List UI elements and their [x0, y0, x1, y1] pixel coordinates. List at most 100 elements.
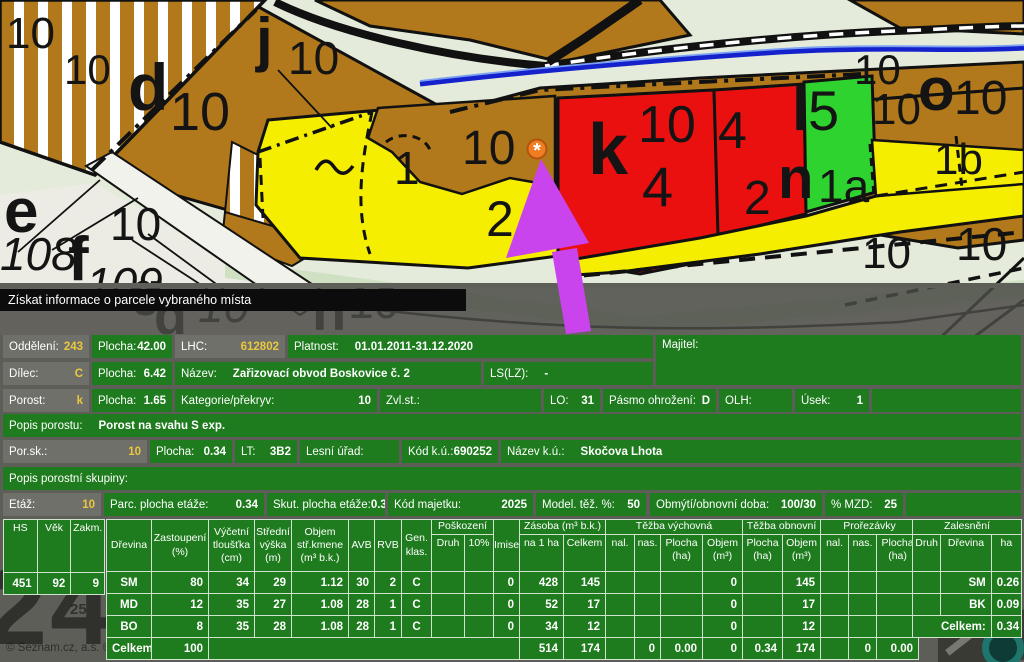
table-header-cell: Objem (m³): [703, 535, 743, 572]
field-label: Úsek:: [801, 395, 830, 407]
table-cell: [661, 616, 703, 638]
field-value: k: [77, 395, 83, 407]
table-header-cell: Objem (m³): [783, 535, 821, 572]
table-cell: 80: [152, 572, 209, 594]
table-cell: [821, 594, 849, 616]
table-header-cell: nas.: [635, 535, 661, 572]
table-cell: [661, 594, 703, 616]
field-obmyti: Obmýtí/obnovní doba: 100/30: [650, 493, 822, 516]
table-header-cell: AVB: [349, 520, 375, 572]
table-header-cell: Zastoupení (%): [152, 520, 209, 572]
field-pasmo: Pásmo ohrožení: D: [603, 389, 716, 412]
table-cell: 0: [494, 594, 520, 616]
map-label: d: [128, 50, 168, 124]
table-cell: 34: [209, 572, 255, 594]
field-label: Kategorie/překryv:: [181, 395, 274, 407]
table-header-cell: nal.: [606, 535, 635, 572]
table-cell: [606, 616, 635, 638]
field-value: C: [75, 368, 83, 380]
field-label: Název k.ú.:: [507, 446, 565, 458]
field-label: Kód k.ú.:: [408, 446, 453, 458]
table-header-cell: Objem stř.kmene (m³ b.k.): [292, 520, 349, 572]
afforestation-table: ZalesněníDruhDřevinaha SM0.26 BK0.09Celk…: [912, 519, 1022, 638]
table-header-cell: ha: [991, 535, 1021, 572]
field-porsk: Por.sk.: 10: [3, 440, 147, 463]
field-label: Obmýtí/obnovní doba:: [656, 499, 769, 511]
map-label: j: [255, 6, 273, 73]
table-cell: 28: [349, 594, 375, 616]
field-label: Por.sk.:: [9, 446, 47, 458]
table-cell: 428: [520, 572, 564, 594]
field-lesni-urad: Lesní úřad:: [300, 440, 399, 463]
table-header-cell: Gen. klas.: [402, 520, 432, 572]
table-header-row: DřevinaZastoupení (%)Výčetní tloušťka (c…: [107, 520, 919, 535]
table-cell: 28: [255, 616, 292, 638]
field-usek: Úsek: 1: [795, 389, 869, 412]
field-etaz: Etáž: 10: [3, 493, 101, 516]
field-value: 6.42: [144, 368, 166, 380]
table-cell: 451: [4, 573, 38, 595]
table-header-cell: Prořezávky: [821, 520, 919, 535]
table-header-cell: Dřevina: [107, 520, 152, 572]
table-cell: 35: [209, 616, 255, 638]
table-cell: 17: [564, 594, 606, 616]
table-cell: C: [402, 616, 432, 638]
table-cell: 0.09: [991, 594, 1021, 616]
map-label: 4: [642, 155, 673, 218]
table-header-cell: Věk: [37, 520, 71, 573]
table-cell: 8: [152, 616, 209, 638]
table-cell: [635, 594, 661, 616]
map-label: 4: [718, 102, 747, 160]
field-empty: [906, 493, 1021, 516]
field-label: Popis porostní skupiny:: [9, 473, 128, 485]
table-cell: C: [402, 572, 432, 594]
table-cell: 145: [783, 572, 821, 594]
map-label: 1: [394, 142, 420, 194]
map-label: 10: [462, 122, 515, 175]
field-majitel: Majitel:: [656, 335, 1021, 385]
table-cell: [465, 594, 494, 616]
map-label: 10: [872, 85, 921, 134]
table-cell: 0: [494, 572, 520, 594]
field-label: Platnost:: [294, 341, 339, 353]
table-cell: 0: [703, 594, 743, 616]
table-cell: [635, 572, 661, 594]
table-header-cell: Celkem: [564, 535, 606, 572]
table-row: SM0.26: [913, 572, 1022, 594]
field-lt: LT: 3B2: [235, 440, 297, 463]
map-label: 10: [6, 9, 55, 58]
field-kod-ku: Kód k.ú.: 690252: [402, 440, 498, 463]
table-header-cell: Druh: [913, 535, 941, 572]
field-value: 50: [627, 499, 640, 511]
table-row: SM8034291.12302C 0428145 0 145: [107, 572, 919, 594]
table-cell: [849, 594, 877, 616]
table-header-cell: nas.: [849, 535, 877, 572]
table-cell: [913, 594, 941, 616]
svg-text:*: *: [533, 140, 541, 162]
table-cell: SM: [107, 572, 152, 594]
table-cell: [209, 638, 520, 660]
field-value: 25: [884, 499, 897, 511]
stand-summary-table: HSVěkZakm.451929: [3, 519, 105, 595]
field-plocha-oddeleni: Plocha: 42.00: [92, 335, 172, 358]
table-total-label: Celkem:: [913, 616, 992, 638]
field-value: -: [544, 368, 548, 380]
table-cell: 12: [152, 594, 209, 616]
table-header-cell: Plocha (ha): [743, 535, 783, 572]
field-nazev: Název: Zařizovací obvod Boskovice č. 2: [175, 362, 481, 385]
field-zvlst: Zvl.st.:: [380, 389, 541, 412]
map-label: 10: [170, 82, 230, 142]
field-lslz: LS(LZ): -: [484, 362, 653, 385]
table-cell: [661, 572, 703, 594]
table-cell: [606, 572, 635, 594]
table-header-cell: HS: [4, 520, 38, 573]
map-label: 1a: [818, 160, 870, 212]
field-value: Porost na svahu S exp.: [99, 420, 226, 432]
table-cell: 0: [703, 616, 743, 638]
field-model-tez: Model. těž. %: 50: [536, 493, 646, 516]
field-label: LHC:: [181, 341, 207, 353]
table-header-cell: Zakm.: [71, 520, 105, 573]
field-label: Majitel:: [662, 339, 698, 351]
field-value: Skočova Lhota: [581, 446, 663, 458]
table-cell: [635, 616, 661, 638]
